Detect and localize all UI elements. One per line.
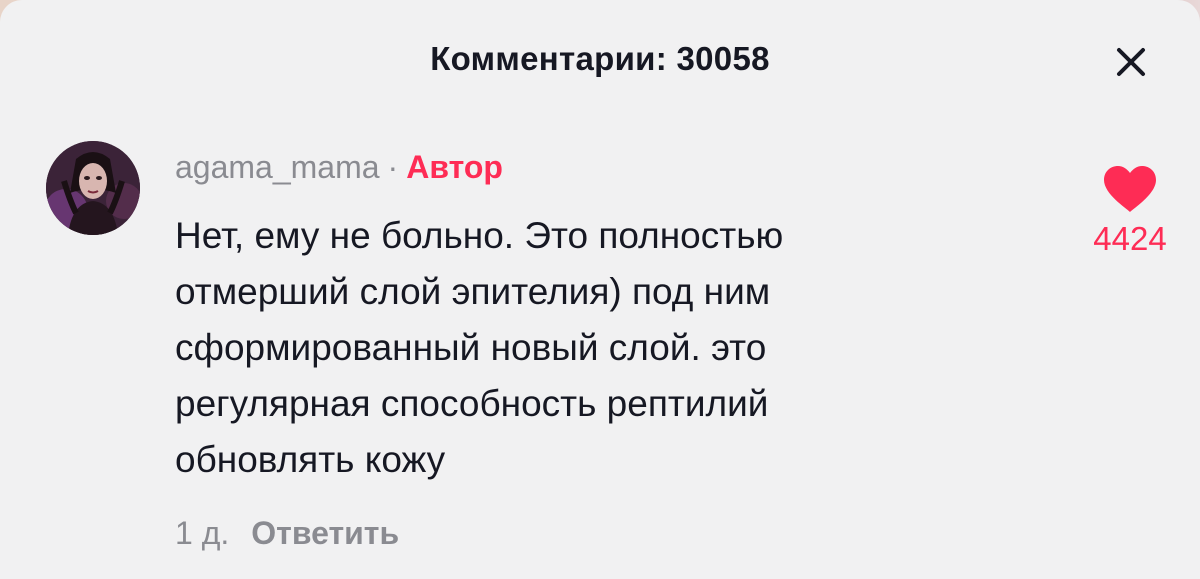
comment-text-line: сформированный новый слой. это [175,327,767,368]
comments-sheet: Комментарии: 30058 agama_mama · Автор Нет,… [0,0,1200,579]
heart-icon [1104,166,1156,212]
comment-username[interactable]: agama_mama [175,149,380,185]
avatar[interactable] [46,141,140,235]
comment-text: Нет, ему не больно. Это полностью отмерш… [175,208,1005,488]
user-avatar-image [46,141,140,235]
comment-header: agama_mama · Автор [175,147,503,187]
author-badge: Автор [406,149,503,185]
reply-button[interactable]: Ответить [251,515,399,551]
comment-text-line: отмерший слой эпителия) под ним [175,271,771,312]
comment-text-line: обновлять кожу [175,439,446,480]
close-button[interactable] [1108,42,1154,82]
comment-text-line: регулярная способность рептилий [175,383,769,424]
separator-dot: · [387,149,399,185]
comments-title: Комментарии: 30058 [430,40,770,77]
like-count: 4424 [1093,220,1167,257]
comment-text-line: Нет, ему не больно. Это полностью [175,215,784,256]
comment-meta: 1 д. Ответить [175,513,399,553]
comment-timestamp: 1 д. [175,515,230,551]
close-icon [1117,48,1145,76]
like-button[interactable] [1102,165,1158,215]
